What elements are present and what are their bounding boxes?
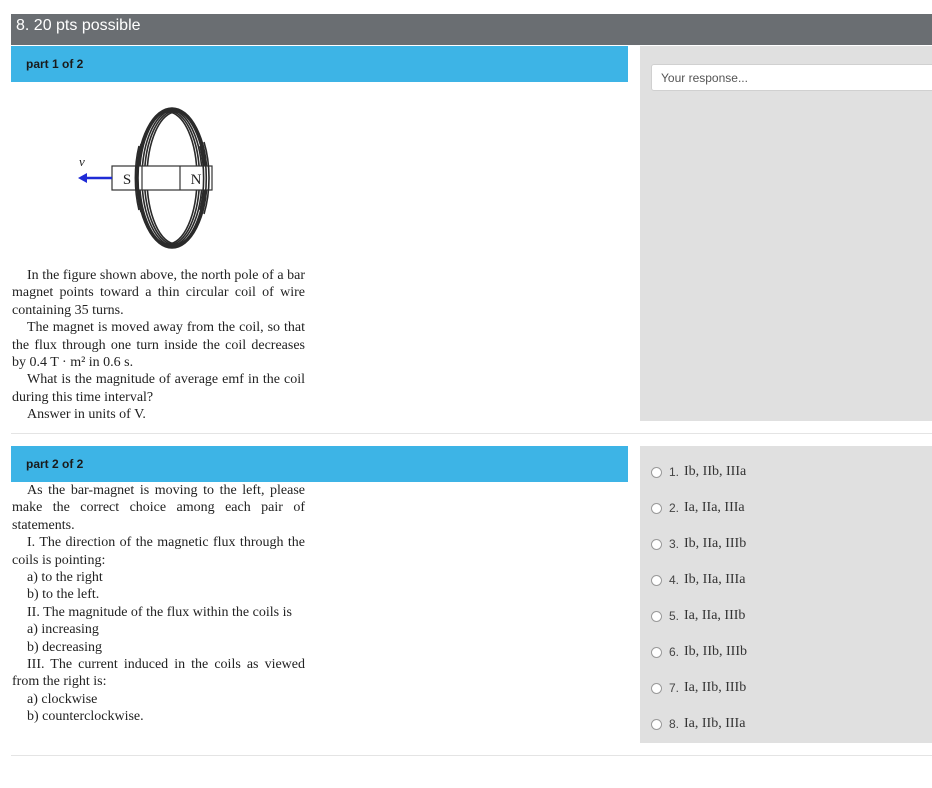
choice-number: 8. (669, 717, 680, 731)
part1-paragraph-3: What is the magnitude of average emf in … (12, 372, 305, 405)
part2-statement-3a: a) clockwise (27, 691, 98, 707)
part2-statement-2b: b) decreasing (27, 639, 103, 655)
part2-statement-1b: b) to the left. (27, 587, 100, 603)
velocity-label: v⃗ (79, 154, 95, 169)
radio-button[interactable] (651, 610, 662, 622)
part1-response-panel (640, 46, 932, 421)
choice-number: 2. (669, 501, 680, 515)
question-header: 8. 20 pts possible (11, 14, 932, 45)
choice-number: 1. (669, 465, 680, 479)
choice-number: 5. (669, 609, 680, 623)
choice-2[interactable]: 2. Ia, IIa, IIIa (651, 498, 745, 518)
part2-intro: As the bar-magnet is moving to the left,… (12, 483, 305, 533)
choice-8[interactable]: 8. Ia, IIb, IIIa (651, 714, 745, 734)
choice-6[interactable]: 6. Ib, IIb, IIIb (651, 642, 747, 662)
north-pole-label: N (191, 172, 202, 188)
choice-text: Ia, IIa, IIIb (684, 608, 746, 623)
part2-statement-2a: a) increasing (27, 622, 99, 638)
part2-bar: part 2 of 2 (11, 446, 628, 482)
choice-7[interactable]: 7. Ia, IIb, IIIb (651, 678, 746, 698)
part2-statement-3: III. The current induced in the coils as… (12, 657, 305, 690)
part1-paragraph-4: Answer in units of V. (27, 407, 146, 423)
radio-button[interactable] (651, 502, 662, 514)
section-divider (11, 433, 932, 434)
choice-5[interactable]: 5. Ia, IIa, IIIb (651, 606, 745, 626)
choice-text: Ia, IIb, IIIa (684, 716, 746, 731)
choice-text: Ia, IIb, IIIb (684, 680, 747, 695)
choice-text: Ib, IIb, IIIa (684, 464, 747, 479)
part1-paragraph-1: In the figure shown above, the north pol… (12, 268, 305, 318)
radio-button[interactable] (651, 466, 662, 478)
choice-text: Ia, IIa, IIIa (684, 500, 745, 515)
magnet-coil-figure: S N v⃗ (70, 106, 250, 257)
choice-4[interactable]: 4. Ib, IIa, IIIa (651, 570, 745, 590)
choice-text: Ib, IIb, IIIb (684, 644, 747, 659)
choice-number: 7. (669, 681, 680, 695)
choice-1[interactable]: 1. Ib, IIb, IIIa (651, 462, 746, 482)
part2-statement-3b: b) counterclockwise. (27, 709, 144, 725)
part2-statement-1a: a) to the right (27, 570, 103, 586)
radio-button[interactable] (651, 718, 662, 730)
radio-button[interactable] (651, 538, 662, 550)
magnet-coil-svg: S N v⃗ (78, 107, 213, 249)
choice-number: 6. (669, 645, 680, 659)
choice-text: Ib, IIa, IIIb (684, 536, 747, 551)
part1-problem-text: In the figure shown above, the north pol… (12, 267, 305, 424)
choice-number: 4. (669, 573, 680, 587)
choice-number: 3. (669, 537, 680, 551)
radio-button[interactable] (651, 682, 662, 694)
part2-problem-text: As the bar-magnet is moving to the left,… (12, 482, 305, 726)
choice-3[interactable]: 3. Ib, IIa, IIIb (651, 534, 746, 554)
part2-choices-panel (640, 446, 932, 743)
radio-button[interactable] (651, 646, 662, 658)
part1-paragraph-2: The magnet is moved away from the coil, … (12, 320, 305, 371)
part2-statement-1: I. The direction of the magnetic flux th… (12, 535, 305, 568)
radio-button[interactable] (651, 574, 662, 586)
choice-text: Ib, IIa, IIIa (684, 572, 746, 587)
response-input[interactable] (651, 64, 932, 91)
south-pole-label: S (123, 172, 131, 188)
part2-statement-2: II. The magnitude of the flux within the… (27, 604, 292, 620)
bottom-divider (11, 755, 932, 756)
part1-bar: part 1 of 2 (11, 46, 628, 82)
